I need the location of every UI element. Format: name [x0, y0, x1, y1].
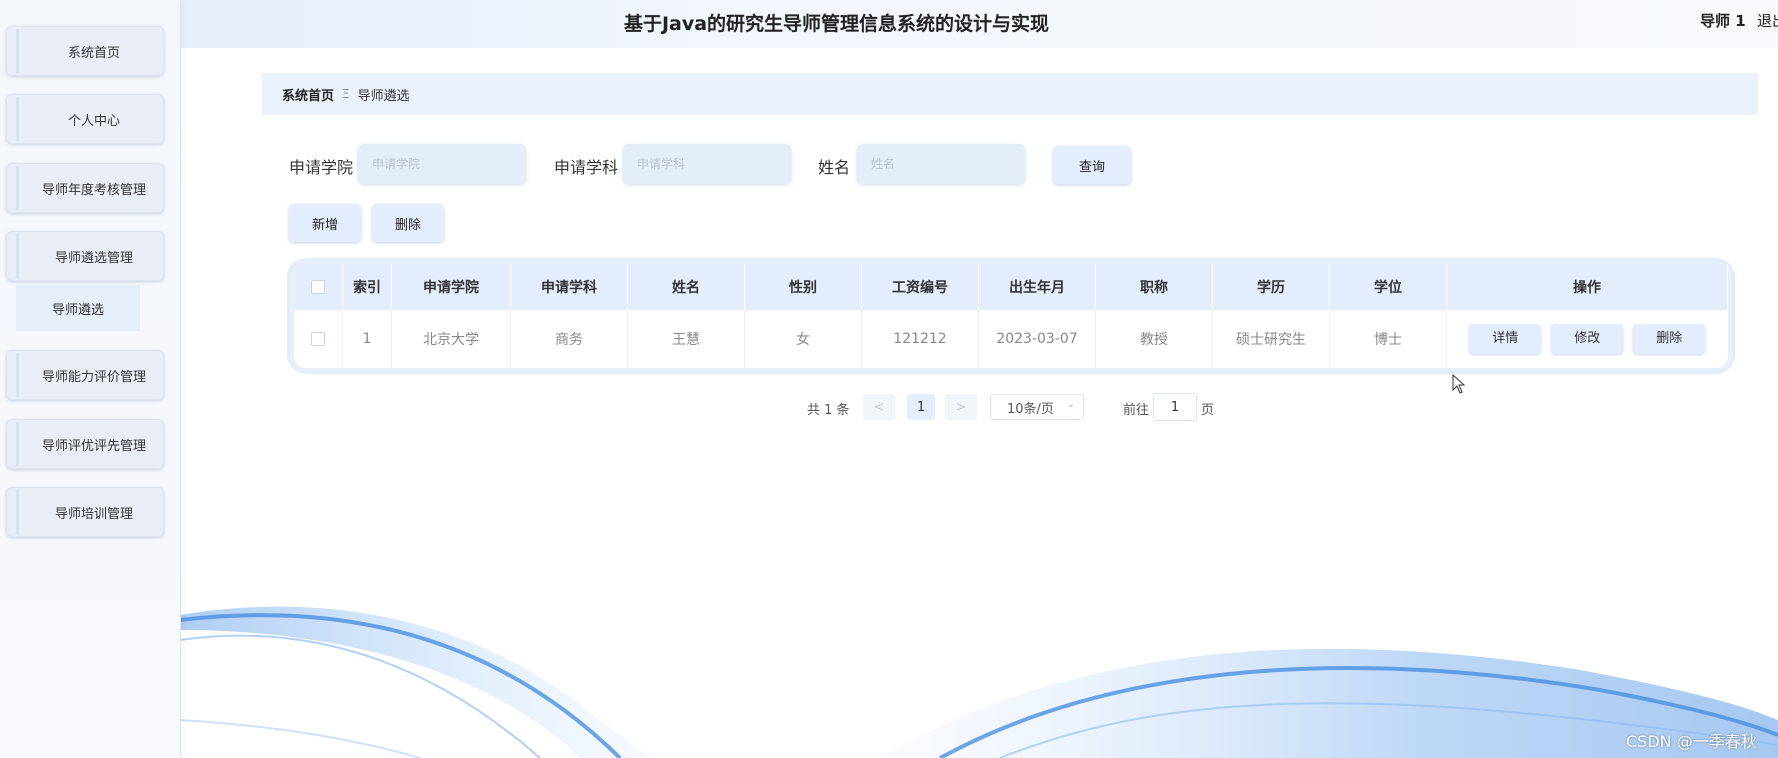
table-header-row: 索引 申请学院 申请学科 姓名 性别 工资编号 出生年月 职称 学历 学位 操作: [294, 264, 1728, 310]
cell-education: 硕士研究生: [1212, 310, 1330, 368]
sidebar-item-label: 系统首页: [67, 45, 120, 61]
sidebar-item-annual-assessment[interactable]: 导师年度考核管理: [6, 163, 164, 213]
column-header: 学位: [1329, 264, 1447, 310]
sidebar-item-selection-management[interactable]: 导师遴选管理: [6, 231, 164, 281]
sidebar-item-home[interactable]: 系统首页: [6, 26, 164, 76]
select-all-checkbox[interactable]: [311, 280, 325, 294]
current-user: 导师 1: [1700, 12, 1746, 30]
subject-label: 申请学科: [554, 158, 619, 177]
column-header: 工资编号: [861, 264, 979, 310]
column-header: 性别: [744, 264, 862, 310]
goto-suffix: 页: [1201, 403, 1215, 418]
mouse-cursor-icon: [1452, 374, 1466, 394]
breadcrumb-current: 导师遴选: [357, 88, 410, 104]
column-header: 姓名: [627, 264, 745, 310]
column-header: 学历: [1212, 264, 1330, 310]
sidebar-item-label: 导师遴选管理: [54, 250, 133, 266]
delete-button[interactable]: 删除: [372, 204, 444, 242]
sidebar-item-label: 个人中心: [67, 113, 120, 129]
logout-link[interactable]: 退出: [1757, 10, 1778, 31]
sidebar: 系统首页 个人中心 导师年度考核管理 导师遴选管理 导师遴选 导师能力评价管理 …: [0, 0, 181, 758]
cell-degree: 博士: [1329, 310, 1447, 368]
row-checkbox[interactable]: [311, 332, 325, 346]
prev-page-button[interactable]: <: [863, 394, 895, 420]
next-page-button[interactable]: >: [945, 394, 977, 420]
column-header: 出生年月: [978, 264, 1096, 310]
menu-item-accent: [16, 234, 19, 278]
goto-page-input[interactable]: 1: [1153, 393, 1197, 421]
menu-item-accent: [16, 353, 19, 397]
name-label: 姓名: [818, 158, 851, 177]
sidebar-item-label: 导师培训管理: [54, 506, 133, 522]
cell-salary-no: 121212: [861, 310, 979, 368]
subject-input[interactable]: [623, 144, 791, 184]
cell-gender: 女: [744, 310, 862, 368]
chevron-down-icon: ⌄: [1066, 399, 1075, 410]
data-table: 索引 申请学院 申请学科 姓名 性别 工资编号 出生年月 职称 学历 学位 操作…: [290, 261, 1732, 371]
cell-name: 王慧: [627, 310, 745, 368]
college-input[interactable]: [358, 144, 526, 184]
name-input[interactable]: [857, 144, 1025, 184]
goto-label: 前往: [1123, 403, 1150, 418]
detail-button[interactable]: 详情: [1469, 324, 1542, 354]
sidebar-item-personal-center[interactable]: 个人中心: [6, 94, 164, 144]
menu-item-accent: [16, 97, 19, 141]
sidebar-item-label: 导师评优评先管理: [41, 438, 146, 454]
column-header: 操作: [1446, 264, 1728, 310]
cell-subject: 商务: [510, 310, 628, 368]
query-button[interactable]: 查询: [1053, 146, 1131, 184]
menu-item-accent: [16, 29, 19, 73]
app-title: 基于Java的研究生导师管理信息系统的设计与实现: [623, 13, 1050, 35]
watermark: CSDN @一季春秋: [1626, 732, 1757, 751]
edit-button[interactable]: 修改: [1551, 324, 1624, 354]
column-header: 职称: [1095, 264, 1213, 310]
row-delete-button[interactable]: 删除: [1633, 324, 1706, 354]
column-header: 申请学院: [391, 264, 511, 310]
column-header: 申请学科: [510, 264, 628, 310]
sidebar-item-excellence-evaluation[interactable]: 导师评优评先管理: [6, 419, 164, 469]
background-wave-decoration: [180, 606, 1778, 758]
sidebar-item-label: 导师年度考核管理: [41, 182, 146, 198]
cell-index: 1: [342, 310, 392, 368]
pagination-total: 共 1 条: [807, 403, 850, 418]
cell-title: 教授: [1095, 310, 1213, 368]
table-row: 1 北京大学 商务 王慧 女 121212 2023-03-07 教授 硕士研究…: [294, 310, 1728, 368]
menu-item-accent: [16, 422, 19, 466]
sidebar-item-training-management[interactable]: 导师培训管理: [6, 487, 164, 537]
breadcrumb-home[interactable]: 系统首页: [282, 85, 334, 104]
column-header: 索引: [342, 264, 392, 310]
submenu-item-selection[interactable]: 导师遴选: [16, 285, 140, 331]
page-number-button[interactable]: 1: [907, 394, 935, 420]
breadcrumb-separator: Ξ: [342, 87, 350, 101]
cell-college: 北京大学: [391, 310, 511, 368]
college-label: 申请学院: [289, 158, 354, 177]
breadcrumb: 系统首页 Ξ 导师遴选: [262, 73, 1758, 115]
cell-birth: 2023-03-07: [978, 310, 1096, 368]
row-select-cell: [294, 310, 343, 368]
cell-operations: 详情 修改 删除: [1446, 310, 1728, 368]
menu-item-accent: [16, 166, 19, 210]
page-size-value: 10条/页: [1007, 401, 1054, 417]
select-all-cell: [294, 264, 343, 310]
menu-item-accent: [16, 490, 19, 534]
page-size-select[interactable]: 10条/页 ⌄: [990, 394, 1084, 420]
sidebar-item-ability-evaluation[interactable]: 导师能力评价管理: [6, 350, 164, 400]
add-button[interactable]: 新增: [289, 204, 361, 242]
sidebar-item-label: 导师能力评价管理: [41, 369, 146, 385]
